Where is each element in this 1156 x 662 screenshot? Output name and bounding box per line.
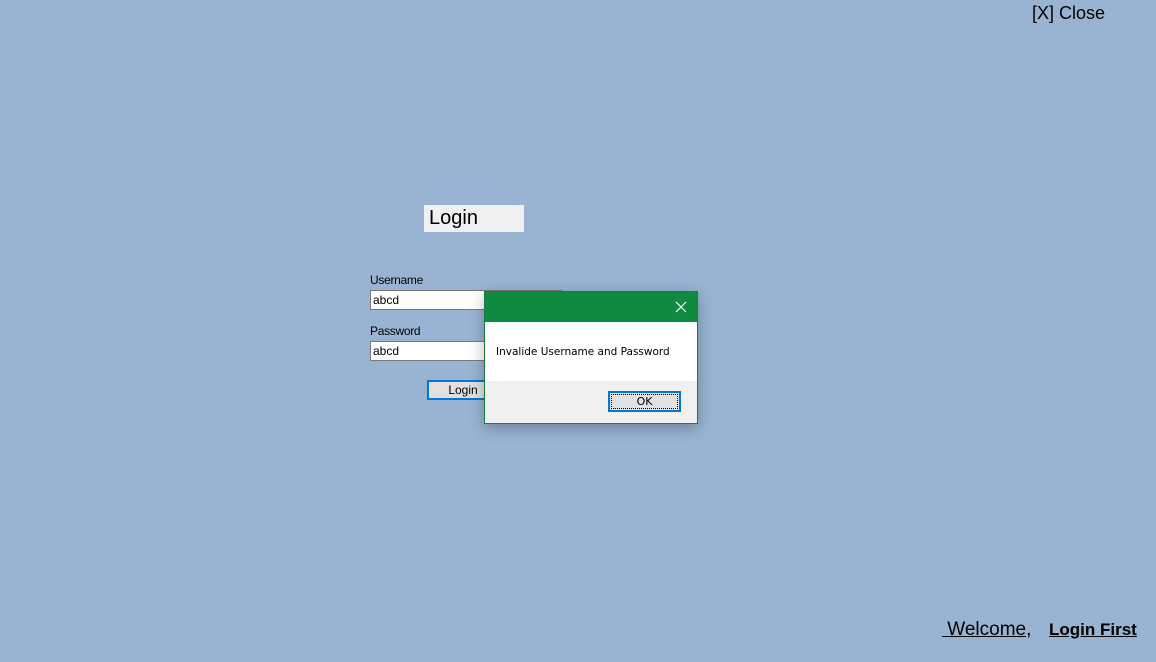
dialog-titlebar bbox=[485, 292, 697, 322]
close-link[interactable]: [X] Close bbox=[1032, 3, 1105, 23]
login-title: Login bbox=[424, 205, 524, 232]
welcome-text: Welcome, bbox=[942, 619, 1032, 640]
close-icon bbox=[675, 301, 687, 313]
dialog-message: Invalide Username and Password bbox=[496, 346, 670, 358]
ok-button[interactable]: OK bbox=[608, 391, 681, 412]
error-dialog: Invalide Username and Password OK bbox=[484, 291, 698, 424]
username-label: Username bbox=[370, 273, 423, 287]
dialog-footer: OK bbox=[485, 381, 697, 423]
password-label: Password bbox=[370, 324, 421, 338]
login-first-link[interactable]: Login First bbox=[1049, 620, 1137, 640]
dialog-close-button[interactable] bbox=[665, 292, 697, 322]
